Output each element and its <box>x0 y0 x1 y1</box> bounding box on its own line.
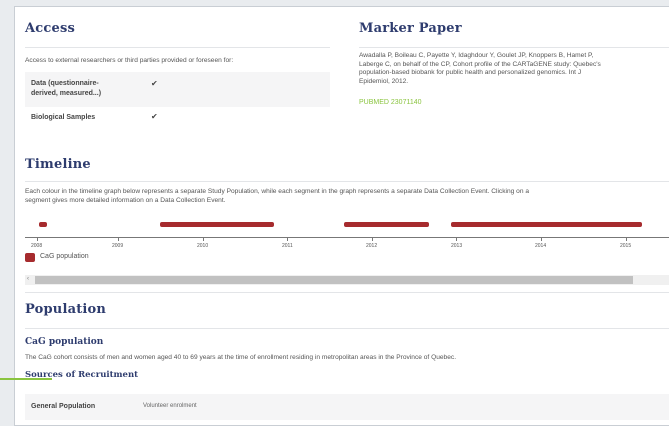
access-heading: Access <box>25 21 76 36</box>
marker-paper-divider <box>359 47 669 48</box>
axis-tick-label: 2015 <box>620 243 632 249</box>
timeline-scrollbar[interactable]: ‹ <box>25 275 669 285</box>
timeline-axis <box>25 237 669 238</box>
study-page-panel: Access Access to external researchers or… <box>14 6 669 426</box>
timeline-heading: Timeline <box>25 157 91 172</box>
axis-tick-label: 2012 <box>366 243 378 249</box>
population-description: The CaG cohort consists of men and women… <box>25 354 457 361</box>
axis-tick-label: 2010 <box>197 243 209 249</box>
recruitment-row-label: General Population <box>31 403 96 410</box>
access-row-samples: Biological Samples ✔ <box>25 107 330 130</box>
axis-tick-label: 2011 <box>282 243 293 249</box>
timeline-segment[interactable] <box>39 222 47 227</box>
section-divider <box>25 292 669 293</box>
timeline-description: Each colour in the timeline graph below … <box>25 188 529 204</box>
axis-tick <box>541 237 542 241</box>
recruitment-row: General Population Volunteer enrolment <box>25 394 669 420</box>
access-intro: Access to external researchers or third … <box>25 57 234 64</box>
population-subtitle: CaG population <box>25 337 104 347</box>
axis-tick-label: 2013 <box>451 243 463 249</box>
legend-label: CaG population <box>40 253 89 260</box>
marker-paper-heading: Marker Paper <box>359 21 462 36</box>
timeline-segment[interactable] <box>451 222 642 227</box>
accent-line <box>0 378 52 380</box>
timeline-divider <box>25 181 669 182</box>
axis-tick-label: 2009 <box>112 243 124 249</box>
axis-tick-label: 2008 <box>31 243 43 249</box>
axis-tick <box>37 237 38 241</box>
pubmed-link[interactable]: PUBMED 23071140 <box>359 99 422 106</box>
axis-tick <box>456 237 457 241</box>
legend-swatch <box>25 253 35 262</box>
axis-tick <box>372 237 373 241</box>
axis-tick <box>203 237 204 241</box>
axis-tick-label: 2014 <box>535 243 547 249</box>
axis-tick <box>287 237 288 241</box>
check-icon: ✔ <box>151 79 158 88</box>
check-icon: ✔ <box>151 112 158 121</box>
access-divider <box>25 47 330 48</box>
timeline-segment[interactable] <box>344 222 429 227</box>
scroll-left-arrow-icon[interactable]: ‹ <box>27 276 29 282</box>
axis-tick <box>118 237 119 241</box>
timeline-segment[interactable] <box>160 222 274 227</box>
population-heading: Population <box>25 302 107 317</box>
axis-tick <box>626 237 627 241</box>
marker-paper-citation: Awadalla P, Boileau C, Payette Y, Idaghd… <box>359 52 601 85</box>
recruitment-row-value: Volunteer enrolment <box>143 403 197 409</box>
scrollbar-thumb[interactable] <box>35 276 633 284</box>
access-row-label: Data (questionnaire- derived, measured..… <box>31 80 102 97</box>
population-divider <box>25 328 669 329</box>
access-row-data: Data (questionnaire- derived, measured..… <box>25 71 330 108</box>
access-row-label: Biological Samples <box>31 114 96 121</box>
